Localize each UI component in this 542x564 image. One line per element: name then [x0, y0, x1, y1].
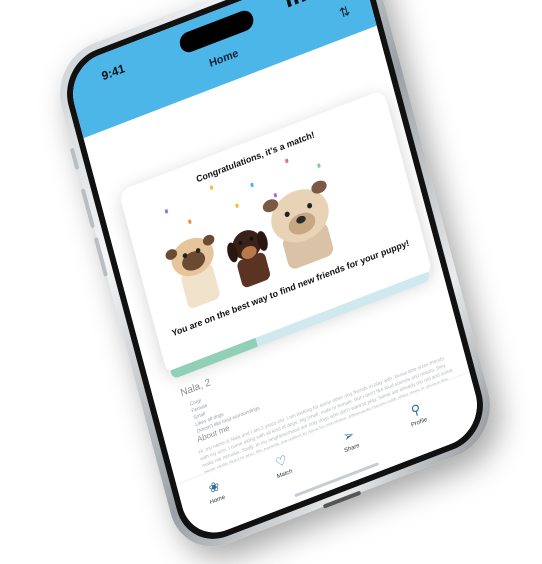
status-time: 9:41: [100, 61, 127, 84]
bulldog-illustration: [262, 180, 334, 269]
pug-illustration: [165, 234, 220, 308]
phone-screen: 9:41 ▮▮▮ ≋ ▭ Home ⇅ Congratulations, it'…: [64, 0, 486, 544]
match-title: Congratulations, it's a match!: [195, 129, 316, 185]
phone-bezel: 9:41 ▮▮▮ ≋ ▭ Home ⇅ Congratulations, it'…: [57, 0, 493, 552]
confetti-icon: [250, 182, 254, 188]
confetti-icon: [317, 163, 321, 169]
confetti-icon: [187, 219, 192, 225]
status-icons: ▮▮▮ ≋ ▭: [285, 0, 338, 9]
product-scene: 9:41 ▮▮▮ ≋ ▭ Home ⇅ Congratulations, it'…: [0, 0, 542, 561]
action-button: [69, 147, 80, 171]
confetti-icon: [284, 158, 289, 164]
confetti-icon: [209, 185, 214, 191]
confetti-icon: [164, 208, 169, 214]
phone-frame: 9:41 ▮▮▮ ≋ ▭ Home ⇅ Congratulations, it'…: [49, 0, 501, 561]
dachshund-illustration: [227, 230, 271, 288]
